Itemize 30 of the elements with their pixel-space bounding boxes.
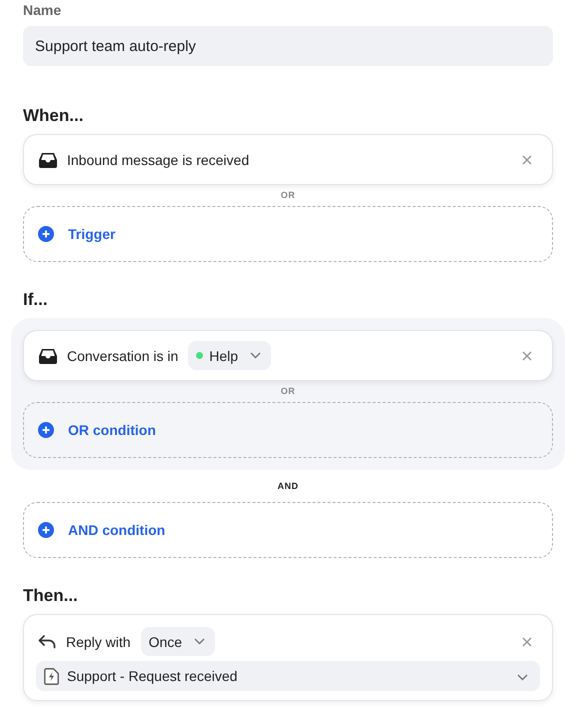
plus-icon [38,422,54,438]
close-icon[interactable] [522,154,532,164]
condition-text: Conversation is in [67,348,178,364]
separator-label: OR [280,189,296,202]
section-heading: Then... [23,586,79,606]
frequency-select[interactable]: Once [140,627,216,656]
template-icon [44,668,59,684]
chevron-down-icon [250,352,262,359]
add-button[interactable]: AND condition [23,502,553,558]
close-icon[interactable] [522,636,532,646]
close-icon[interactable] [522,350,532,360]
add-button[interactable]: Trigger [23,206,553,262]
add-button[interactable]: OR condition [23,402,553,458]
field-label: Name [23,2,62,18]
chevron-down-icon [194,638,206,645]
reply-icon [38,634,56,648]
action-text: Reply with [66,634,131,650]
chevron-down-icon [517,674,528,681]
plus-icon [38,522,54,538]
template-select[interactable]: Support - Request received [36,661,540,691]
section-heading: If... [23,290,49,310]
section-heading: When... [23,106,84,126]
separator-label: AND [276,480,300,493]
inbox-icon [39,348,57,364]
inbox-select[interactable]: Help [188,341,272,370]
separator-label: OR [280,385,296,398]
inbox-icon [39,152,57,168]
plus-icon [38,226,54,242]
condition-text: Inbound message is received [67,152,250,168]
name-field[interactable]: Support team auto-reply [23,26,553,66]
